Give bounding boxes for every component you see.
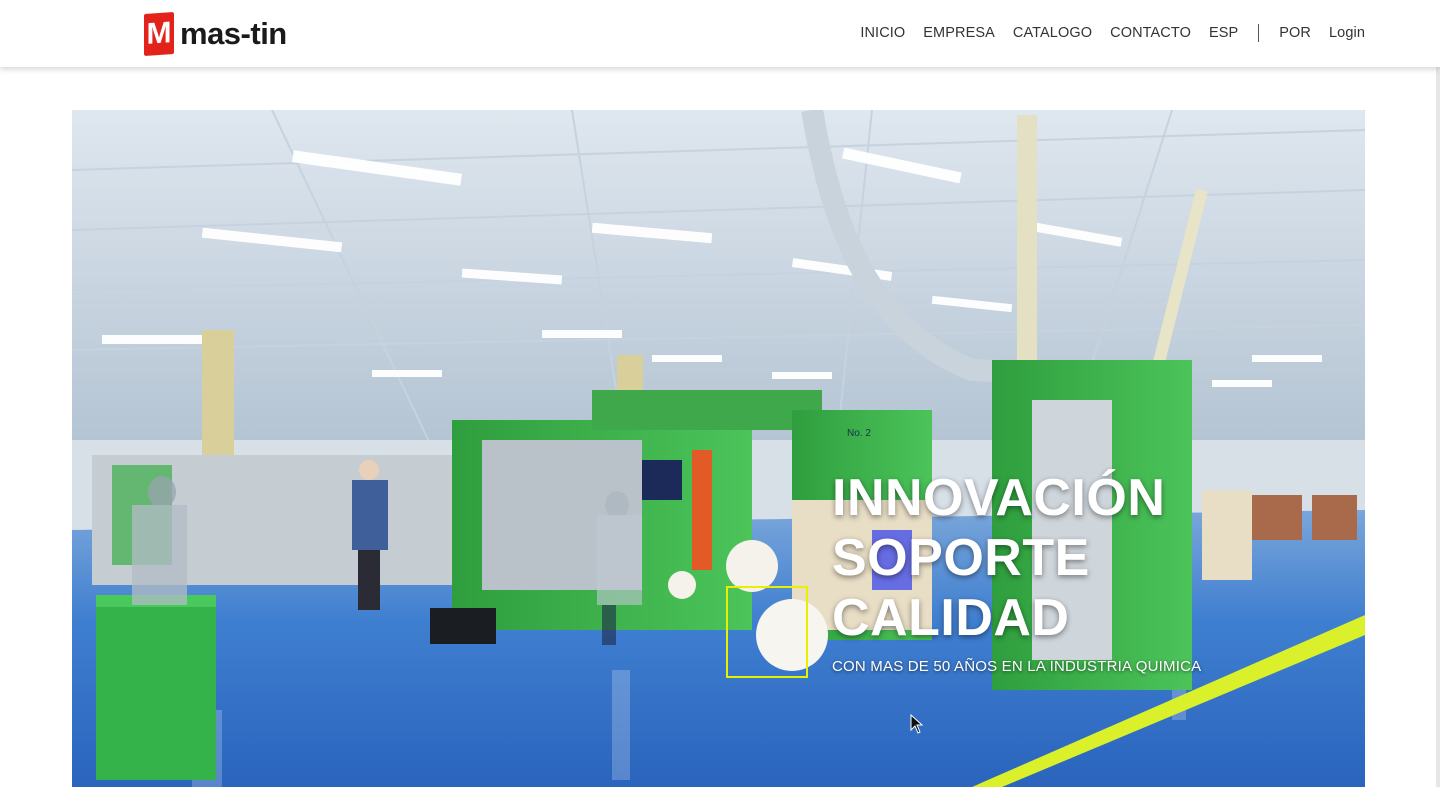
nav-separator [1258, 24, 1260, 42]
hero-banner: No. 2 INNOVACIÓN SOPORTE CALIDAD CON MAS… [72, 110, 1365, 787]
hero-title-line-1: INNOVACIÓN [832, 469, 1166, 527]
nav-lang-esp[interactable]: ESP [1209, 25, 1238, 41]
factory-floor-image: No. 2 [72, 110, 1365, 787]
machine-tag: No. 2 [847, 428, 871, 439]
hero-subtitle: CON MAS DE 50 AÑOS EN LA INDUSTRIA QUIMI… [832, 658, 1202, 675]
hero-title-line-3: CALIDAD [832, 589, 1070, 647]
nav-lang-por[interactable]: POR [1279, 25, 1311, 41]
logo-mark-icon: M [144, 11, 174, 57]
nav-inicio[interactable]: INICIO [860, 25, 905, 41]
mouse-cursor-icon [910, 714, 924, 734]
hero-title-line-2: SOPORTE [832, 529, 1090, 587]
nav-catalogo[interactable]: CATALOGO [1013, 25, 1092, 41]
brand-logo[interactable]: M mas-tin [144, 11, 287, 57]
main-nav: INICIO EMPRESA CATALOGO CONTACTO ESP POR… [842, 24, 1365, 42]
hero-text: INNOVACIÓN SOPORTE CALIDAD CON MAS DE 50… [832, 468, 1201, 675]
nav-empresa[interactable]: EMPRESA [923, 25, 995, 41]
nav-login[interactable]: Login [1329, 25, 1365, 41]
site-header: M mas-tin INICIO EMPRESA CATALOGO CONTAC… [0, 0, 1440, 67]
logo-text: mas-tin [180, 16, 287, 51]
page-scrollbar[interactable] [1436, 0, 1440, 787]
nav-contacto[interactable]: CONTACTO [1110, 25, 1191, 41]
